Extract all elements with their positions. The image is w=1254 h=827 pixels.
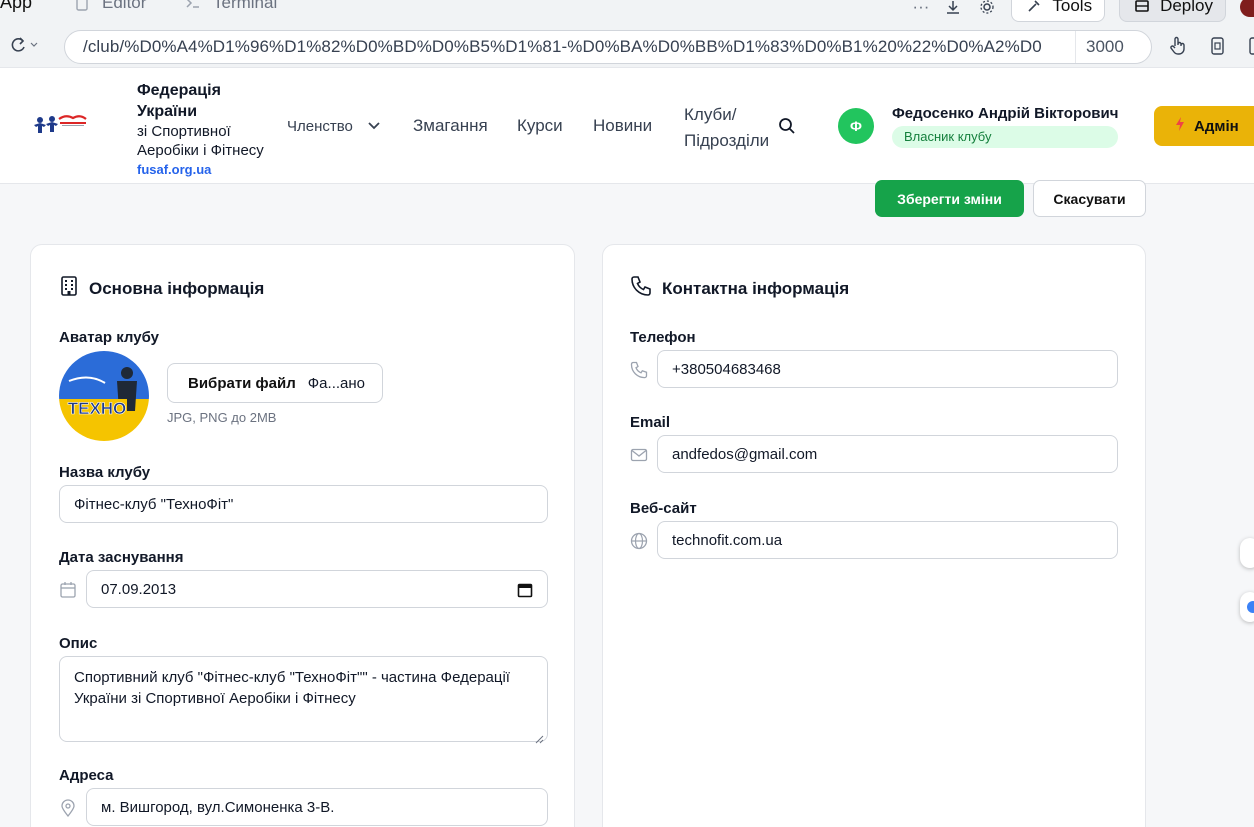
url-text: /club/%D0%A4%D1%96%D1%82%D0%BD%D0%B5%D1%…: [83, 37, 1042, 56]
founded-date-input[interactable]: 07.09.2013: [86, 570, 548, 608]
deploy-icon: [1132, 0, 1152, 15]
basic-info-card: Основна інформація Аватар клубу ТЕХНО Ви…: [30, 244, 575, 827]
nav-competitions[interactable]: Змагання: [413, 116, 488, 136]
user-avatar[interactable]: Ф: [838, 108, 874, 144]
site-header: Федерація України зі Спортивної Аеробіки…: [0, 68, 1254, 184]
more-menu-button[interactable]: ···: [912, 0, 929, 17]
website-label: Веб-сайт: [630, 500, 697, 517]
brand-title-line2: України: [137, 103, 198, 120]
federation-logo[interactable]: [32, 113, 87, 141]
panel-toggle-icon[interactable]: [1248, 36, 1254, 61]
editor-tab[interactable]: Editor: [72, 0, 146, 13]
nav-clubs[interactable]: Клуби/ Підрозділи: [684, 102, 769, 154]
contact-info-card: Контактна інформація Телефон +3805046834…: [602, 244, 1146, 827]
address-label: Адреса: [59, 767, 114, 784]
avatar-label: Аватар клубу: [59, 329, 159, 346]
lightning-icon: [1174, 116, 1186, 136]
file-hint: JPG, PNG до 2MB: [167, 410, 277, 425]
email-input[interactable]: andfedos@gmail.com: [657, 435, 1118, 473]
phone-icon: [630, 275, 652, 302]
brand-subtitle-line2: Аеробіки і Фітнесу: [137, 142, 264, 159]
cancel-button[interactable]: Скасувати: [1033, 180, 1146, 217]
reload-icon[interactable]: [10, 36, 40, 59]
editor-tab-label: Editor: [102, 0, 147, 12]
nav-courses[interactable]: Курси: [517, 116, 563, 136]
club-name-label: Назва клубу: [59, 464, 151, 481]
url-input[interactable]: /club/%D0%A4%D1%96%D1%82%D0%BD%D0%B5%D1%…: [64, 30, 1152, 64]
profile-avatar[interactable]: [1240, 0, 1254, 17]
terminal-tab-label: Terminal: [213, 0, 278, 12]
deploy-label: Deploy: [1160, 0, 1213, 15]
nav-clubs-line2: Підрозділи: [684, 131, 770, 150]
chosen-file-status: Фа...ано: [307, 374, 365, 392]
user-name: Федосенко Андрій Вікторович: [892, 105, 1119, 122]
settings-gear-icon[interactable]: [977, 0, 997, 16]
brand-subtitle-line1: зі Спортивної: [137, 123, 231, 140]
nav-clubs-line1: Клуби/: [684, 105, 737, 124]
ide-toolbar: App Editor Terminal ··· Tools Deploy: [0, 0, 1254, 26]
contact-info-heading: Контактна інформація: [630, 275, 849, 302]
admin-button[interactable]: Адмін: [1154, 106, 1254, 146]
app-tab[interactable]: App: [0, 0, 32, 13]
date-picker-icon[interactable]: [517, 582, 533, 602]
building-icon: [59, 275, 79, 302]
mail-icon: [630, 446, 648, 464]
description-line2: України зі Спортивної Аеробіки і Фітнесу: [74, 690, 356, 707]
tools-label: Tools: [1052, 0, 1093, 15]
nav-membership-label: Членство: [287, 118, 353, 135]
device-preview-icon[interactable]: [1208, 36, 1228, 61]
search-icon[interactable]: [778, 117, 796, 140]
choose-file-label: Вибрати файл: [188, 374, 296, 392]
location-pin-icon: [59, 799, 77, 818]
tools-icon: [1024, 0, 1044, 15]
phone-label: Телефон: [630, 329, 696, 346]
side-globe-button[interactable]: [1240, 592, 1254, 622]
brand-block[interactable]: Федерація України зі Спортивної Аеробіки…: [137, 80, 287, 177]
phone-field-icon: [630, 361, 648, 379]
club-avatar-image: ТЕХНО: [59, 351, 149, 441]
globe-icon: [630, 532, 648, 550]
club-name-input[interactable]: Фітнес-клуб "ТехноФіт": [59, 485, 548, 523]
tools-button[interactable]: Tools: [1011, 0, 1106, 22]
basic-info-heading: Основна інформація: [59, 275, 264, 302]
brand-site-link[interactable]: fusaf.org.ua: [137, 162, 287, 177]
contact-info-title: Контактна інформація: [662, 278, 850, 298]
download-icon[interactable]: [943, 0, 963, 16]
brand-title-line1: Федерація: [137, 82, 221, 99]
address-input[interactable]: м. Вишгород, вул.Симоненка 3-В.: [86, 788, 548, 826]
club-avatar-lettering: ТЕХНО: [68, 399, 127, 418]
founded-date-value: 07.09.2013: [101, 580, 177, 598]
choose-file-button[interactable]: Вибрати файл Фа...ано: [167, 363, 383, 403]
resize-handle-icon[interactable]: [535, 729, 544, 744]
user-role-badge: Власник клубу: [892, 126, 1118, 148]
pointer-hand-icon[interactable]: [1168, 36, 1188, 61]
description-textarea[interactable]: Спортивний клуб "Фітнес-клуб "ТехноФіт""…: [59, 656, 548, 744]
browser-address-row: /club/%D0%A4%D1%96%D1%82%D0%BD%D0%B5%D1%…: [0, 26, 1254, 68]
side-widget-button[interactable]: [1240, 538, 1254, 568]
file-icon: [72, 0, 92, 12]
calendar-icon: [59, 581, 77, 599]
description-label: Опис: [59, 635, 98, 652]
nav-news[interactable]: Новини: [593, 116, 652, 136]
email-label: Email: [630, 414, 671, 431]
website-input[interactable]: technofit.com.ua: [657, 521, 1118, 559]
basic-info-title: Основна інформація: [89, 278, 265, 298]
founded-date-label: Дата заснування: [59, 549, 184, 566]
description-line1: Спортивний клуб "Фітнес-клуб "ТехноФіт""…: [74, 669, 510, 686]
admin-label: Адмін: [1194, 117, 1239, 135]
port-indicator[interactable]: 3000: [1075, 31, 1134, 63]
save-changes-button[interactable]: Зберегти зміни: [875, 180, 1024, 217]
terminal-icon: [183, 0, 203, 12]
terminal-tab[interactable]: Terminal: [183, 0, 277, 13]
deploy-button[interactable]: Deploy: [1119, 0, 1226, 22]
chevron-down-icon: [367, 118, 381, 135]
nav-membership-dropdown[interactable]: Членство: [287, 118, 381, 135]
phone-input[interactable]: +380504683468: [657, 350, 1118, 388]
